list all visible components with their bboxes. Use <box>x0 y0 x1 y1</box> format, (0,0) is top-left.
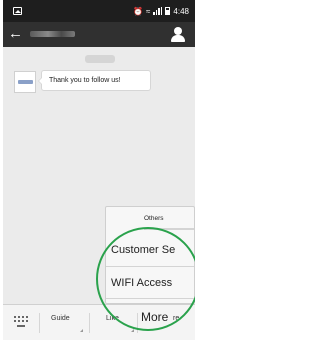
avatar[interactable] <box>14 71 36 93</box>
back-arrow-icon[interactable]: ← <box>8 24 23 44</box>
divider <box>137 313 138 333</box>
title-bar: ← <box>3 22 195 47</box>
status-bar: ⏰ ≈ 4:48 <box>3 0 195 22</box>
menu-guide-button[interactable]: Guide <box>51 315 70 322</box>
menu-like-button[interactable]: Like <box>106 315 119 322</box>
page-title <box>30 31 75 37</box>
status-time: 4:48 <box>173 6 189 16</box>
message-timestamp <box>85 55 115 63</box>
popup-menu: Others Customer Se WIFI Access <box>105 206 195 304</box>
phone-screen: ⏰ ≈ 4:48 ← Thank you to follow us! Other… <box>3 0 195 340</box>
divider <box>89 313 90 333</box>
profile-icon[interactable] <box>171 27 185 42</box>
menu-item-label: Others <box>144 215 164 222</box>
keyboard-icon[interactable] <box>13 313 29 329</box>
divider <box>39 313 40 333</box>
menu-item-label: WIFI Access <box>111 277 173 289</box>
status-icons: ⏰ ≈ 4:48 <box>133 5 189 17</box>
message-bubble[interactable]: Thank you to follow us! <box>38 70 151 91</box>
menu-item-label: Customer Se <box>111 244 176 256</box>
menu-item-others[interactable]: Others <box>144 207 194 229</box>
signal-icon <box>153 7 163 15</box>
alarm-icon: ⏰ <box>133 6 144 16</box>
bottom-menu-bar: Guide Like More re <box>3 304 195 340</box>
battery-icon <box>165 7 171 15</box>
menu-more-button[interactable]: More <box>141 310 168 324</box>
message-text: Thank you to follow us! <box>49 77 121 84</box>
menu-item-customer-service[interactable]: Customer Se <box>106 235 194 267</box>
menu-more-label-suffix: re <box>173 315 180 322</box>
divider <box>144 229 194 230</box>
submenu-indicator-icon <box>80 329 83 332</box>
wifi-icon: ≈ <box>146 6 151 16</box>
image-icon <box>13 7 22 15</box>
avatar-logo <box>17 80 33 84</box>
submenu-indicator-icon <box>131 329 134 332</box>
menu-item-wifi-access[interactable]: WIFI Access <box>106 267 194 299</box>
